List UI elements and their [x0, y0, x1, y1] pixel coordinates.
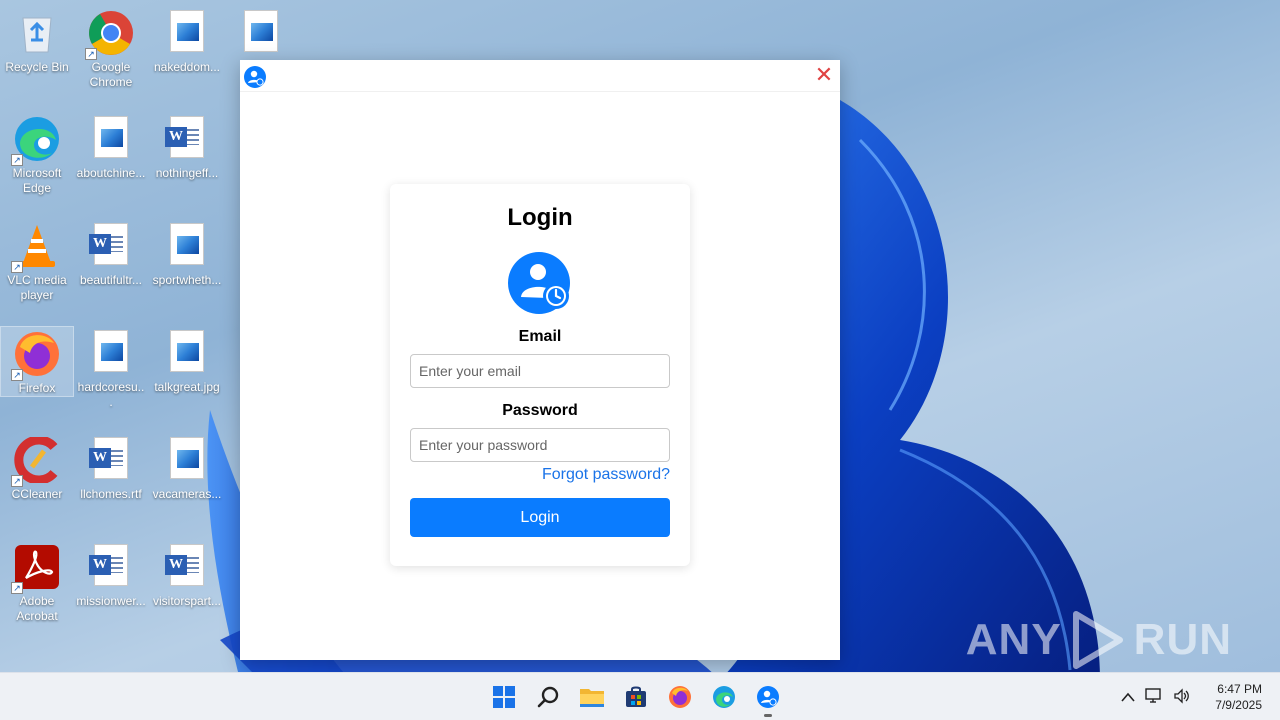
login-button[interactable]: Login [410, 498, 670, 537]
desktop-icon-label: Recycle Bin [5, 60, 69, 74]
firefox-icon: ↗ [11, 331, 61, 381]
word-icon: W [87, 223, 135, 271]
network-icon[interactable] [1145, 687, 1163, 707]
clock[interactable]: 6:47 PM 7/9/2025 [1215, 681, 1262, 713]
image-icon [163, 10, 211, 58]
acrobat-icon: ↗ [11, 544, 61, 594]
login-title: Login [507, 204, 573, 231]
file-explorer-icon[interactable] [574, 679, 610, 715]
desktop-icon-label: talkgreat.jpg [154, 380, 220, 394]
recycle-icon [13, 10, 61, 58]
desktop-icon-recycle[interactable]: Recycle Bin [0, 6, 74, 75]
desktop-icon-label: llchomes.rtf [80, 487, 142, 501]
watermark-text-right: RUN [1133, 615, 1232, 664]
app-user-icon [243, 65, 267, 89]
password-input[interactable] [410, 428, 670, 462]
forgot-password-link[interactable]: Forgot password? [410, 466, 670, 484]
desktop-icon-label: nakeddom... [153, 60, 221, 74]
start-icon[interactable] [486, 679, 522, 715]
system-tray: 6:47 PM 7/9/2025 [1121, 673, 1262, 720]
play-logo-icon [1072, 611, 1123, 669]
clock-date: 7/9/2025 [1215, 698, 1262, 712]
desktop-icon-label: Firefox [18, 381, 56, 395]
search-icon[interactable] [530, 679, 566, 715]
image-icon [163, 437, 211, 485]
word-icon: W [87, 437, 135, 485]
desktop-icon-edge[interactable]: ↗ Microsoft Edge [0, 112, 74, 196]
desktop-icon-ccleaner[interactable]: ↗ CCleaner [0, 433, 74, 502]
desktop-icon-word[interactable]: Wbeautifultr... [74, 219, 148, 288]
volume-icon[interactable] [1173, 687, 1191, 707]
password-label: Password [502, 402, 578, 419]
desktop-icon-label: sportwheth... [152, 273, 222, 287]
desktop-icon-label: Google Chrome [89, 60, 133, 89]
desktop-icon-label: vacameras... [152, 487, 222, 501]
desktop-icon-label: VLC media player [7, 273, 67, 302]
desktop-icon-word[interactable]: Wnothingeff... [150, 112, 224, 181]
clock-time: 6:47 PM [1217, 682, 1262, 696]
edge-icon[interactable] [706, 679, 742, 715]
desktop-icon-label: visitorspart... [152, 594, 221, 608]
image-icon [87, 116, 135, 164]
desktop-icon-label: beautifultr... [79, 273, 143, 287]
tray-chevron-icon[interactable] [1121, 689, 1135, 705]
login-app-icon[interactable] [750, 679, 786, 717]
desktop-icon-image[interactable]: vacameras... [150, 433, 224, 502]
shortcut-arrow-icon: ↗ [11, 369, 23, 381]
taskbar: 6:47 PM 7/9/2025 [0, 672, 1280, 720]
desktop-icon-label: Adobe Acrobat [16, 594, 58, 623]
ccleaner-icon: ↗ [11, 435, 61, 487]
login-window: ✕ Login Email Password Forgot password? … [240, 60, 840, 660]
desktop-icon-acrobat[interactable]: ↗ Adobe Acrobat [0, 540, 74, 624]
desktop-icon-word[interactable]: Wllchomes.rtf [74, 433, 148, 502]
desktop-icon-label: Microsoft Edge [12, 166, 62, 195]
user-clock-icon [508, 252, 572, 316]
desktop-icon-word[interactable]: Wmissionwer... [74, 540, 148, 609]
desktop-icon-image[interactable]: talkgreat.jpg [150, 326, 224, 395]
image-icon [87, 330, 135, 378]
desktop-icon-image[interactable]: nakeddom... [150, 6, 224, 75]
word-icon: W [87, 544, 135, 592]
image-icon [163, 223, 211, 271]
desktop-icon-vlc[interactable]: ↗ VLC media player [0, 219, 74, 303]
chrome-icon: ↗ [85, 10, 135, 60]
desktop-icon-label: nothingeff... [155, 166, 219, 180]
watermark-text-left: ANY [965, 615, 1062, 664]
desktop-icon-image[interactable]: hardcoresu... [74, 326, 148, 410]
shortcut-arrow-icon: ↗ [11, 475, 23, 487]
desktop-icon-label: hardcoresu... [77, 380, 145, 409]
desktop-icon-label: CCleaner [11, 487, 63, 501]
desktop-icon-image[interactable]: aboutchine... [74, 112, 148, 181]
firefox-icon[interactable] [662, 679, 698, 715]
email-label: Email [518, 328, 562, 345]
close-button[interactable]: ✕ [814, 64, 834, 86]
email-input[interactable] [410, 354, 670, 388]
shortcut-arrow-icon: ↗ [11, 582, 23, 594]
store-icon[interactable] [618, 679, 654, 715]
desktop-icon-firefox[interactable]: ↗ Firefox [0, 326, 74, 397]
word-icon: W [163, 544, 211, 592]
login-card: Login Email Password Forgot password? Lo… [390, 184, 690, 566]
window-titlebar[interactable]: ✕ [240, 60, 840, 92]
image-icon [237, 10, 285, 58]
shortcut-arrow-icon: ↗ [11, 261, 23, 273]
shortcut-arrow-icon: ↗ [85, 48, 97, 60]
image-icon [163, 330, 211, 378]
shortcut-arrow-icon: ↗ [11, 154, 23, 166]
vlc-icon: ↗ [11, 223, 61, 273]
anyrun-watermark: ANY RUN [966, 610, 1232, 670]
taskbar-apps [486, 679, 786, 717]
desktop-icon-word[interactable]: Wvisitorspart... [150, 540, 224, 609]
desktop-icon-image[interactable]: sportwheth... [150, 219, 224, 288]
desktop-icon-label: missionwer... [76, 594, 146, 608]
edge-icon: ↗ [11, 116, 61, 166]
desktop-icon-chrome[interactable]: ↗ Google Chrome [74, 6, 148, 90]
desktop-icon-label: aboutchine... [76, 166, 146, 180]
word-icon: W [163, 116, 211, 164]
